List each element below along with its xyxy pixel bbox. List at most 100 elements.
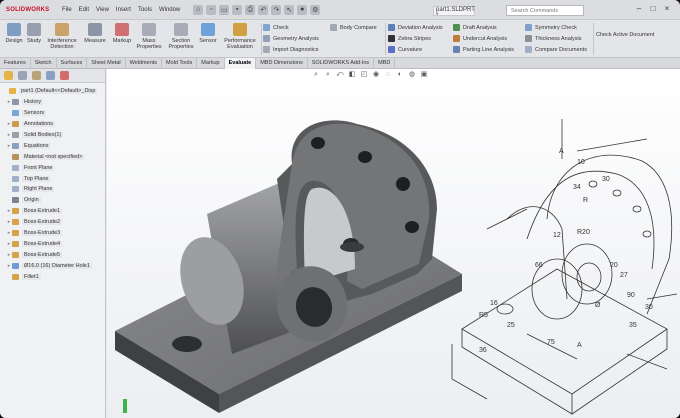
tree-item[interactable]: ▸ Annotations xyxy=(0,119,105,130)
draft-analysis-button[interactable]: Draft Analysis xyxy=(453,24,497,31)
tab-weldments[interactable]: Weldments xyxy=(126,58,163,69)
tree-item[interactable]: ▸ Solid Bodies(1) xyxy=(0,130,105,141)
symmetry-check-button[interactable]: Symmetry Check xyxy=(525,24,577,31)
tab-markup[interactable]: Markup xyxy=(197,58,225,69)
tab-sheet-metal[interactable]: Sheet Metal xyxy=(87,58,126,69)
zebra-stripes-button[interactable]: Zebra Stripes xyxy=(388,35,431,42)
menu-tools[interactable]: Tools xyxy=(138,7,152,13)
tree-item-label: Front Plane xyxy=(22,164,55,171)
tab-features[interactable]: Features xyxy=(0,58,31,69)
tab-mbd-dimensions[interactable]: MBD Dimensions xyxy=(256,58,308,69)
tree-item[interactable]: ▸ Ø16.0 (16) Diameter Hole1 xyxy=(0,260,105,271)
dim-16: 16 xyxy=(490,300,498,307)
tree-item-label: part1 (Default<<Default>_Disp xyxy=(19,88,98,95)
options-gear-icon[interactable]: ⚙ xyxy=(310,4,321,15)
tab-evaluate[interactable]: Evaluate xyxy=(224,58,257,69)
maximize-icon[interactable]: □ xyxy=(648,4,658,14)
tree-item[interactable]: ▸ Boss-Extrude3 xyxy=(0,228,105,239)
tree-item[interactable]: Material <not specified> xyxy=(0,151,105,162)
tree-item[interactable]: Top Plane xyxy=(0,173,105,184)
redo-icon[interactable]: ↷ xyxy=(271,4,282,15)
rebuild-icon[interactable]: ● xyxy=(297,4,308,15)
undo-icon[interactable]: ↶ xyxy=(258,4,269,15)
tree-item[interactable]: Front Plane xyxy=(0,162,105,173)
tree-item[interactable]: part1 (Default<<Default>_Disp xyxy=(0,86,105,97)
check-button[interactable]: Check xyxy=(263,24,289,31)
tab-solidworks-add-ins[interactable]: SOLIDWORKS Add-Ins xyxy=(308,58,375,69)
feature-node-icon xyxy=(12,142,19,149)
tree-item[interactable]: ▸ Boss-Extrude4 xyxy=(0,238,105,249)
minimize-icon[interactable]: – xyxy=(634,4,644,14)
markup-button[interactable]: Markup xyxy=(110,23,134,44)
tree-item[interactable]: Fillet1 xyxy=(0,271,105,282)
menu-window[interactable]: Window xyxy=(159,7,180,13)
configuration-manager-icon[interactable] xyxy=(32,71,41,80)
3d-part-model[interactable] xyxy=(115,120,462,413)
curvature-button[interactable]: Curvature xyxy=(388,46,422,53)
geometry-analysis-button[interactable]: Geometry Analysis xyxy=(263,35,319,42)
thickness-analysis-button[interactable]: Thickness Analysis xyxy=(525,35,581,42)
measure-icon xyxy=(88,23,102,36)
select-arrow-icon[interactable]: ↖ xyxy=(284,4,295,15)
menu-file[interactable]: File xyxy=(62,7,72,13)
dimxpert-icon[interactable] xyxy=(46,71,55,80)
command-tabs: Features Sketch Surfaces Sheet Metal Wel… xyxy=(0,58,680,69)
performance-evaluation-button[interactable]: Performance Evaluation xyxy=(221,23,259,50)
close-icon[interactable]: × xyxy=(662,4,672,14)
tree-item[interactable]: Sensors xyxy=(0,108,105,119)
deviation-analysis-button[interactable]: Deviation Analysis xyxy=(388,24,443,31)
property-manager-icon[interactable] xyxy=(18,71,27,80)
undercut-analysis-button[interactable]: Undercut Analysis xyxy=(453,35,507,42)
feature-manager-icon[interactable] xyxy=(4,71,13,80)
parting-line-analysis-icon xyxy=(453,46,460,53)
feature-node-icon xyxy=(12,251,19,258)
study-button[interactable]: Study xyxy=(25,23,43,44)
tree-item-label: Sensors xyxy=(22,110,47,117)
measure-button[interactable]: Measure xyxy=(82,23,108,44)
dim-20: 20 xyxy=(610,262,618,269)
body-compare-button[interactable]: Body Compare xyxy=(330,24,377,31)
pin-icon[interactable]: ⌂ xyxy=(193,4,204,15)
tree-item[interactable]: ▸ Boss-Extrude5 xyxy=(0,249,105,260)
open-folder-icon[interactable]: ▭ xyxy=(219,4,230,15)
menu-edit[interactable]: Edit xyxy=(79,7,89,13)
feature-node-icon xyxy=(12,110,19,117)
app-logo: SOLIDWORKS xyxy=(6,6,50,13)
search-commands-input[interactable]: Search Commands xyxy=(506,5,584,16)
section-icon xyxy=(174,23,188,36)
compare-documents-button[interactable]: Compare Documents xyxy=(525,46,587,53)
tree-item[interactable]: ▸ History xyxy=(0,97,105,108)
tree-item[interactable]: Right Plane xyxy=(0,184,105,195)
tree-item[interactable]: ▸ Boss-Extrude2 xyxy=(0,217,105,228)
check-active-document-button[interactable]: Check Active Document xyxy=(596,32,654,38)
tree-item[interactable]: ▸ Equations xyxy=(0,140,105,151)
new-document-icon[interactable]: ▫ xyxy=(206,4,217,15)
tree-item-label: Fillet1 xyxy=(22,273,41,280)
sensor-button[interactable]: Sensor xyxy=(197,23,219,44)
menu-view[interactable]: View xyxy=(96,7,109,13)
tab-surfaces[interactable]: Surfaces xyxy=(57,58,88,69)
parting-line-analysis-button[interactable]: Parting Line Analysis xyxy=(453,46,514,53)
curvature-icon xyxy=(388,46,395,53)
tree-item[interactable]: ▸ Boss-Extrude1 xyxy=(0,206,105,217)
tab-sketch[interactable]: Sketch xyxy=(31,58,57,69)
dim-66: 66 xyxy=(535,262,543,269)
graphics-area[interactable]: ⌕ ⌕ ⤺ ◧ ◰ ◉ ◌ ◐ ◍ ▣ 34 30 10 12 R R20 66… xyxy=(107,69,680,418)
import-diagnostics-button[interactable]: Import Diagnostics xyxy=(263,46,319,53)
dim-section-a-top: A xyxy=(559,148,564,155)
tab-mbd[interactable]: MBD xyxy=(374,58,396,69)
menu-insert[interactable]: Insert xyxy=(116,7,131,13)
print-icon[interactable]: ⎙ xyxy=(245,4,256,15)
display-manager-icon[interactable] xyxy=(60,71,69,80)
interference-detection-button[interactable]: Interference Detection xyxy=(44,23,80,50)
feature-node-icon xyxy=(12,208,19,215)
solidworks-window: SOLIDWORKS File Edit View Insert Tools W… xyxy=(0,0,680,418)
save-icon[interactable]: ▪ xyxy=(232,4,243,15)
design-button[interactable]: Design xyxy=(4,23,24,44)
ribbon-divider xyxy=(261,23,262,55)
mass-properties-button[interactable]: Mass Properties xyxy=(135,23,163,50)
zebra-stripes-icon xyxy=(388,35,395,42)
section-properties-button[interactable]: Section Properties xyxy=(167,23,195,50)
tree-item[interactable]: Origin xyxy=(0,195,105,206)
tab-mold-tools[interactable]: Mold Tools xyxy=(162,58,198,69)
